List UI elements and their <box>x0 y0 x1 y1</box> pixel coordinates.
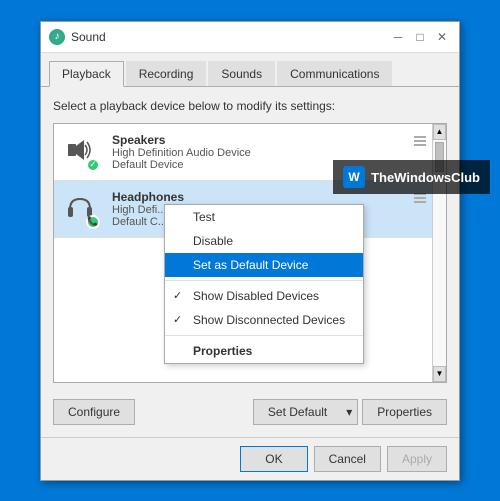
headphones-badge: 📞 <box>86 215 100 229</box>
sound-icon: ♪ <box>49 29 65 45</box>
apply-button[interactable]: Apply <box>387 446 447 472</box>
headphones-menu-indicator <box>414 193 426 203</box>
right-buttons: Set Default ▾ Properties <box>253 399 447 425</box>
tab-recording[interactable]: Recording <box>126 61 207 86</box>
tab-communications[interactable]: Communications <box>277 61 392 86</box>
watermark-text: TheWindowsClub <box>371 170 480 185</box>
tab-sounds[interactable]: Sounds <box>208 61 275 86</box>
ctx-separator-1 <box>165 280 363 281</box>
title-bar: ♪ Sound ─ □ ✕ <box>41 22 459 53</box>
speakers-icon: ✓ <box>62 132 102 172</box>
dialog-footer: OK Cancel Apply <box>41 437 459 480</box>
speakers-menu-indicator <box>414 136 426 146</box>
set-default-button[interactable]: Set Default <box>253 399 341 425</box>
ctx-show-disconnected[interactable]: Show Disconnected Devices <box>165 308 363 332</box>
close-button[interactable]: ✕ <box>433 28 451 46</box>
watermark-icon: W <box>343 166 365 188</box>
properties-button[interactable]: Properties <box>362 399 447 425</box>
configure-button[interactable]: Configure <box>53 399 135 425</box>
tab-content: Select a playback device below to modify… <box>41 87 459 437</box>
ctx-disable[interactable]: Disable <box>165 229 363 253</box>
speakers-name: Speakers <box>112 133 438 147</box>
title-bar-controls: ─ □ ✕ <box>389 28 451 46</box>
device-controls: Configure Set Default ▾ Properties <box>53 393 447 425</box>
ctx-properties[interactable]: Properties <box>165 339 363 363</box>
ctx-set-default[interactable]: Set as Default Device <box>165 253 363 277</box>
sound-dialog: ♪ Sound ─ □ ✕ Playback Recording Sounds … <box>40 21 460 481</box>
default-badge: ✓ <box>86 158 100 172</box>
maximize-button[interactable]: □ <box>411 28 429 46</box>
cancel-button[interactable]: Cancel <box>314 446 381 472</box>
window-title: Sound <box>71 30 106 44</box>
minimize-button[interactable]: ─ <box>389 28 407 46</box>
set-default-dropdown[interactable]: ▾ <box>341 399 358 425</box>
ctx-separator-2 <box>165 335 363 336</box>
title-bar-left: ♪ Sound <box>49 29 106 45</box>
context-menu: Test Disable Set as Default Device Show … <box>164 204 364 364</box>
description-text: Select a playback device below to modify… <box>53 99 447 113</box>
tabs-bar: Playback Recording Sounds Communications <box>41 53 459 87</box>
tab-playback[interactable]: Playback <box>49 61 124 87</box>
watermark: W TheWindowsClub <box>333 160 490 194</box>
scroll-up-button[interactable]: ▲ <box>433 124 446 140</box>
speakers-sub1: High Definition Audio Device <box>112 147 438 159</box>
set-default-wrap: Set Default ▾ <box>253 399 358 425</box>
ok-button[interactable]: OK <box>240 446 307 472</box>
scroll-down-button[interactable]: ▼ <box>433 366 446 382</box>
ctx-show-disabled[interactable]: Show Disabled Devices <box>165 284 363 308</box>
headphones-icon: 📞 <box>62 189 102 229</box>
ctx-test[interactable]: Test <box>165 205 363 229</box>
